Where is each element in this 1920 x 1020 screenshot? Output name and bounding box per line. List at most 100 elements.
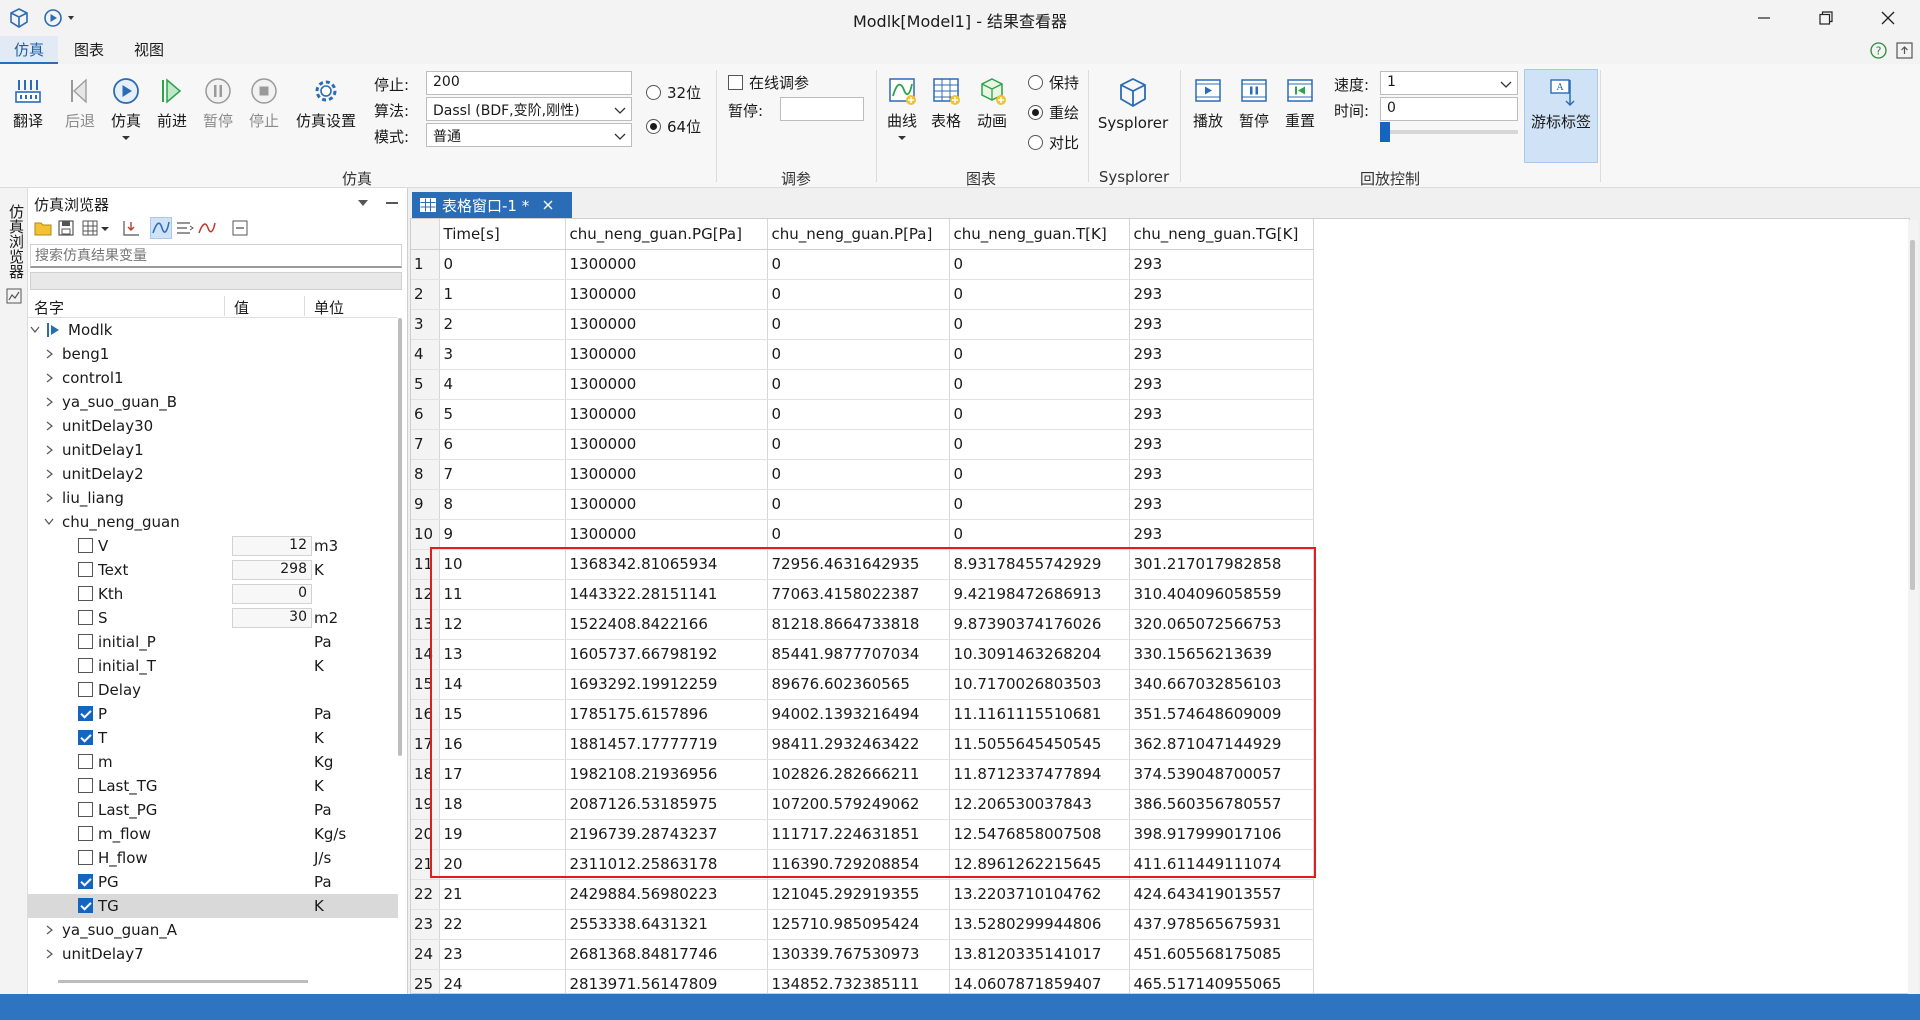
table-cell[interactable]: 5 [439, 399, 566, 430]
variable-checkbox[interactable] [78, 634, 93, 649]
tree-item[interactable]: unitDelay7 [28, 942, 398, 966]
table-cell[interactable]: 0 [767, 459, 950, 490]
table-cell[interactable]: 1522408.8422166 [565, 609, 768, 640]
variable-value[interactable]: 298 [232, 560, 312, 580]
table-cell[interactable]: 13 [439, 639, 566, 670]
row-number[interactable]: 6 [411, 399, 440, 430]
table-cell[interactable]: 89676.602360565 [767, 669, 950, 700]
time-slider-track[interactable] [1380, 130, 1518, 134]
table-cell[interactable]: 23 [439, 939, 566, 970]
variable-row[interactable]: Last_TG K [28, 774, 398, 798]
table-row[interactable]: 16 15 1785175.6157896 94002.1393216494 11.11… [411, 699, 1314, 730]
table-cell[interactable]: 24 [439, 969, 566, 993]
variable-checkbox[interactable] [78, 898, 93, 913]
row-number[interactable]: 15 [411, 669, 440, 700]
table-cell[interactable]: 9.42198472686913 [949, 579, 1130, 610]
row-number[interactable]: 25 [411, 969, 440, 993]
variable-checkbox[interactable] [78, 850, 93, 865]
speed-select[interactable]: 1 [1380, 71, 1518, 95]
table-cell[interactable]: 0 [949, 459, 1130, 490]
variable-checkbox[interactable] [78, 610, 93, 625]
row-number[interactable]: 5 [411, 369, 440, 400]
table-cell[interactable]: 411.611449111074 [1129, 849, 1314, 880]
table-cell[interactable]: 81218.8664733818 [767, 609, 950, 640]
table-row[interactable]: 13 12 1522408.8422166 81218.8664733818 9.873… [411, 609, 1314, 640]
table-row[interactable]: 1 0 1300000 0 0 293 [411, 249, 1314, 280]
algorithm-select[interactable]: Dassl (BDF,变阶,刚性) [426, 97, 632, 121]
curve-button[interactable]: 曲线 [882, 76, 922, 141]
variable-checkbox[interactable] [78, 730, 93, 745]
table-cell[interactable]: 293 [1129, 339, 1314, 370]
grid-view-icon[interactable] [82, 220, 98, 236]
table-cell[interactable]: 374.539048700057 [1129, 759, 1314, 790]
table-cell[interactable]: 0 [767, 249, 950, 280]
table-row[interactable]: 6 5 1300000 0 0 293 [411, 399, 1314, 430]
variable-checkbox[interactable] [78, 754, 93, 769]
table-cell[interactable]: 2429884.56980223 [565, 879, 768, 910]
table-cell[interactable]: 0 [767, 309, 950, 340]
curve-mode-toggle[interactable] [150, 217, 172, 239]
tree-item[interactable]: unitDelay1 [28, 438, 398, 462]
table-cell[interactable]: 293 [1129, 249, 1314, 280]
table-cell[interactable]: 398.917999017106 [1129, 819, 1314, 850]
table-cell[interactable]: 437.978565675931 [1129, 909, 1314, 940]
table-cell[interactable]: 22 [439, 909, 566, 940]
table-cell[interactable]: 13.5280299944806 [949, 909, 1130, 940]
tree-hscrollbar[interactable] [58, 980, 308, 983]
variable-checkbox[interactable] [78, 706, 93, 721]
table-cell[interactable]: 19 [439, 819, 566, 850]
browser-menu-chevron-icon[interactable] [358, 200, 368, 206]
table-cell[interactable]: 102826.282666211 [767, 759, 950, 790]
mode-select[interactable]: 普通 [426, 123, 632, 147]
table-cell[interactable]: 0 [439, 249, 566, 280]
table-cell[interactable]: 0 [949, 249, 1130, 280]
table-cell[interactable]: 293 [1129, 369, 1314, 400]
table-cell[interactable]: 72956.4631642935 [767, 549, 950, 580]
variable-row[interactable]: TG K [28, 894, 398, 918]
row-number[interactable]: 22 [411, 879, 440, 910]
row-number[interactable]: 8 [411, 459, 440, 490]
table-row[interactable]: 20 19 2196739.28743237 111717.224631851 12.5… [411, 819, 1314, 850]
variable-row[interactable]: S 30 m2 [28, 606, 398, 630]
table-cell[interactable]: 11.5055645450545 [949, 729, 1130, 760]
table-cell[interactable]: 293 [1129, 429, 1314, 460]
close-button[interactable] [1858, 0, 1918, 36]
table-cell[interactable]: 1300000 [565, 399, 768, 430]
tree-item-chu-neng-guan[interactable]: chu_neng_guan [28, 510, 398, 534]
table-cell[interactable]: 0 [767, 489, 950, 520]
variable-row[interactable]: T K [28, 726, 398, 750]
chevron-right-icon[interactable] [46, 397, 54, 407]
variable-checkbox[interactable] [78, 682, 93, 697]
table-cell[interactable]: 0 [949, 429, 1130, 460]
table-cell[interactable]: 125710.985095424 [767, 909, 950, 940]
row-number[interactable]: 10 [411, 519, 440, 550]
table-cell[interactable]: 362.871047144929 [1129, 729, 1314, 760]
row-number[interactable]: 7 [411, 429, 440, 460]
table-row[interactable]: 21 20 2311012.25863178 116390.729208854 12.8… [411, 849, 1314, 880]
radio-keep[interactable]: 保持 [1028, 72, 1079, 93]
variable-checkbox[interactable] [78, 586, 93, 601]
table-cell[interactable]: 2681368.84817746 [565, 939, 768, 970]
red-curve-icon[interactable] [198, 220, 216, 236]
list-mode-icon[interactable] [176, 220, 194, 236]
table-row[interactable]: 5 4 1300000 0 0 293 [411, 369, 1314, 400]
variable-value[interactable]: 30 [232, 608, 312, 628]
radio-32bit[interactable]: 32位 [646, 82, 701, 103]
table-cell[interactable]: 0 [949, 519, 1130, 550]
tree-item[interactable]: unitDelay30 [28, 414, 398, 438]
translate-button[interactable]: 翻译 [6, 76, 50, 131]
table-cell[interactable]: 1785175.6157896 [565, 699, 768, 730]
table-cell[interactable]: 2 [439, 309, 566, 340]
header-time[interactable]: Time[s] [439, 219, 566, 250]
table-cell[interactable]: 1693292.19912259 [565, 669, 768, 700]
chevron-right-icon[interactable] [46, 421, 54, 431]
table-cell[interactable]: 21 [439, 879, 566, 910]
table-cell[interactable]: 1368342.81065934 [565, 549, 768, 580]
table-cell[interactable]: 13.8120335141017 [949, 939, 1130, 970]
table-cell[interactable]: 12 [439, 609, 566, 640]
playback-play-button[interactable]: 播放 [1188, 76, 1228, 131]
side-tab-sim-browser[interactable]: 仿真浏览器 [6, 204, 27, 279]
table-cell[interactable]: 14.0607871859407 [949, 969, 1130, 993]
variable-row[interactable]: m Kg [28, 750, 398, 774]
row-number[interactable]: 20 [411, 819, 440, 850]
